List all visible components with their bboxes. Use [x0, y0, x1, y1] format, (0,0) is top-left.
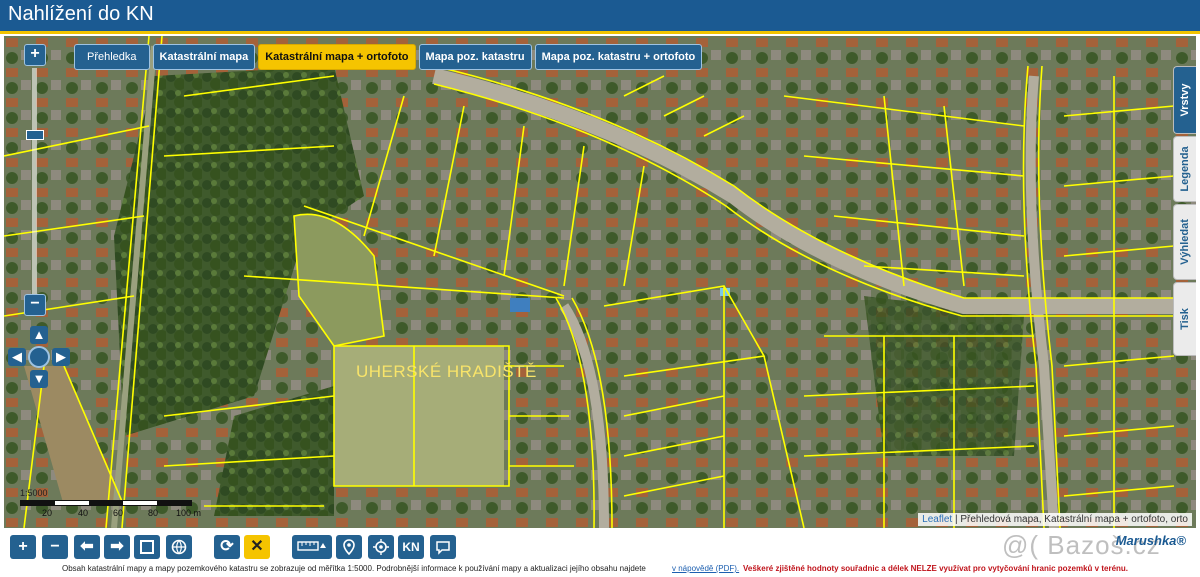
scale-tick: 100 m [176, 508, 202, 518]
brand-logo: Marushka® [1115, 533, 1186, 548]
side-tab-legenda[interactable]: Legenda [1173, 136, 1196, 202]
scale-bar: 1:5000 20 40 60 80 100 m [18, 488, 208, 518]
tab-prehledka[interactable]: Přehledka [74, 44, 150, 70]
layer-tabs: Přehledka Katastrální mapa Katastrální m… [74, 44, 703, 70]
arrow-right-icon: ➡ [110, 538, 124, 555]
crosshair-icon [373, 539, 389, 555]
help-pdf-link[interactable]: v nápovědě (PDF). [672, 564, 739, 573]
chat-button[interactable] [430, 535, 456, 559]
orthophoto-map[interactable] [4, 36, 1196, 528]
gps-button[interactable] [368, 535, 394, 559]
forward-button[interactable]: ➡ [104, 535, 130, 559]
side-tab-vyhledat[interactable]: Výhledat [1173, 204, 1196, 280]
pan-up-icon[interactable]: ▲ [30, 326, 48, 344]
zoom-handle[interactable] [26, 130, 44, 140]
arrow-left-icon: ⬅ [80, 538, 94, 555]
map-view[interactable]: UHERSKÉ HRADIŠTĚ Přehledka Katastrální m… [4, 36, 1196, 528]
page-title: Nahlížení do KN [8, 3, 154, 25]
attribution-text: | Přehledová mapa, Katastrální mapa + or… [954, 514, 1188, 525]
clear-button[interactable]: ✕ [244, 535, 270, 559]
scale-tick: 80 [148, 508, 159, 518]
globe-icon [171, 539, 187, 555]
map-pin-icon [343, 539, 355, 556]
scale-tick: 60 [113, 508, 124, 518]
side-tab-vrstvy-label: Vrstvy [1179, 83, 1191, 117]
map-zoom-out-button[interactable]: − [24, 294, 46, 316]
measure-button[interactable] [292, 535, 332, 559]
pan-down-icon[interactable]: ▼ [30, 370, 48, 388]
pan-center-icon[interactable] [28, 346, 50, 368]
tab-mapa-poz-katastru[interactable]: Mapa poz. katastru [418, 44, 532, 70]
scale-tick: 40 [78, 508, 89, 518]
scale-ratio: 1:5000 [20, 488, 48, 498]
zoom-slider[interactable]: + − [24, 44, 46, 316]
extent-icon [140, 540, 154, 554]
zoom-in-button[interactable]: + [10, 535, 36, 559]
leaflet-link[interactable]: Leaflet [922, 514, 952, 525]
kn-button[interactable]: KN [398, 535, 424, 559]
side-tab-vyhledat-label: Výhledat [1179, 219, 1191, 265]
zoom-out-button[interactable]: − [42, 535, 68, 559]
refresh-icon: ⟳ [220, 538, 234, 555]
footer-info: Obsah katastrální mapy a mapy pozemkovéh… [62, 564, 646, 573]
side-tab-vrstvy[interactable]: Vrstvy [1173, 66, 1196, 134]
scale-tick: 20 [42, 508, 53, 518]
side-tab-legenda-label: Legenda [1179, 146, 1191, 192]
pan-left-icon[interactable]: ◀ [8, 348, 26, 366]
footer: Obsah katastrální mapy a mapy pozemkovéh… [0, 562, 1200, 577]
full-extent-button[interactable] [134, 535, 160, 559]
refresh-button[interactable]: ⟳ [214, 535, 240, 559]
place-label: UHERSKÉ HRADIŠTĚ [356, 362, 537, 381]
tab-katastralni-mapa[interactable]: Katastrální mapa [152, 44, 256, 70]
zoom-track[interactable] [32, 68, 37, 300]
pan-control: ▲ ◀ ▶ ▼ [8, 326, 72, 390]
globe-button[interactable] [166, 535, 192, 559]
side-tab-tisk-label: Tisk [1179, 308, 1191, 330]
scale-bar-graphic [20, 500, 192, 506]
tab-mapa-poz-katastru-ortofoto[interactable]: Mapa poz. katastru + ortofoto [534, 44, 703, 70]
map-attribution: Leaflet | Přehledová mapa, Katastrální m… [918, 513, 1192, 526]
back-button[interactable]: ⬅ [74, 535, 100, 559]
tab-katastralni-mapa-ortofoto[interactable]: Katastrální mapa + ortofoto [258, 44, 416, 70]
ruler-icon [297, 541, 326, 551]
close-icon: ✕ [250, 538, 264, 555]
title-bar: Nahlížení do KN [0, 0, 1200, 34]
pan-right-icon[interactable]: ▶ [52, 348, 70, 366]
speech-bubble-icon [436, 541, 450, 555]
map-zoom-in-button[interactable]: + [24, 44, 46, 66]
location-button[interactable] [336, 535, 362, 559]
side-tab-tisk[interactable]: Tisk [1173, 282, 1196, 356]
footer-warning: Veškeré zjištěné hodnoty souřadnic a dél… [743, 564, 1129, 573]
